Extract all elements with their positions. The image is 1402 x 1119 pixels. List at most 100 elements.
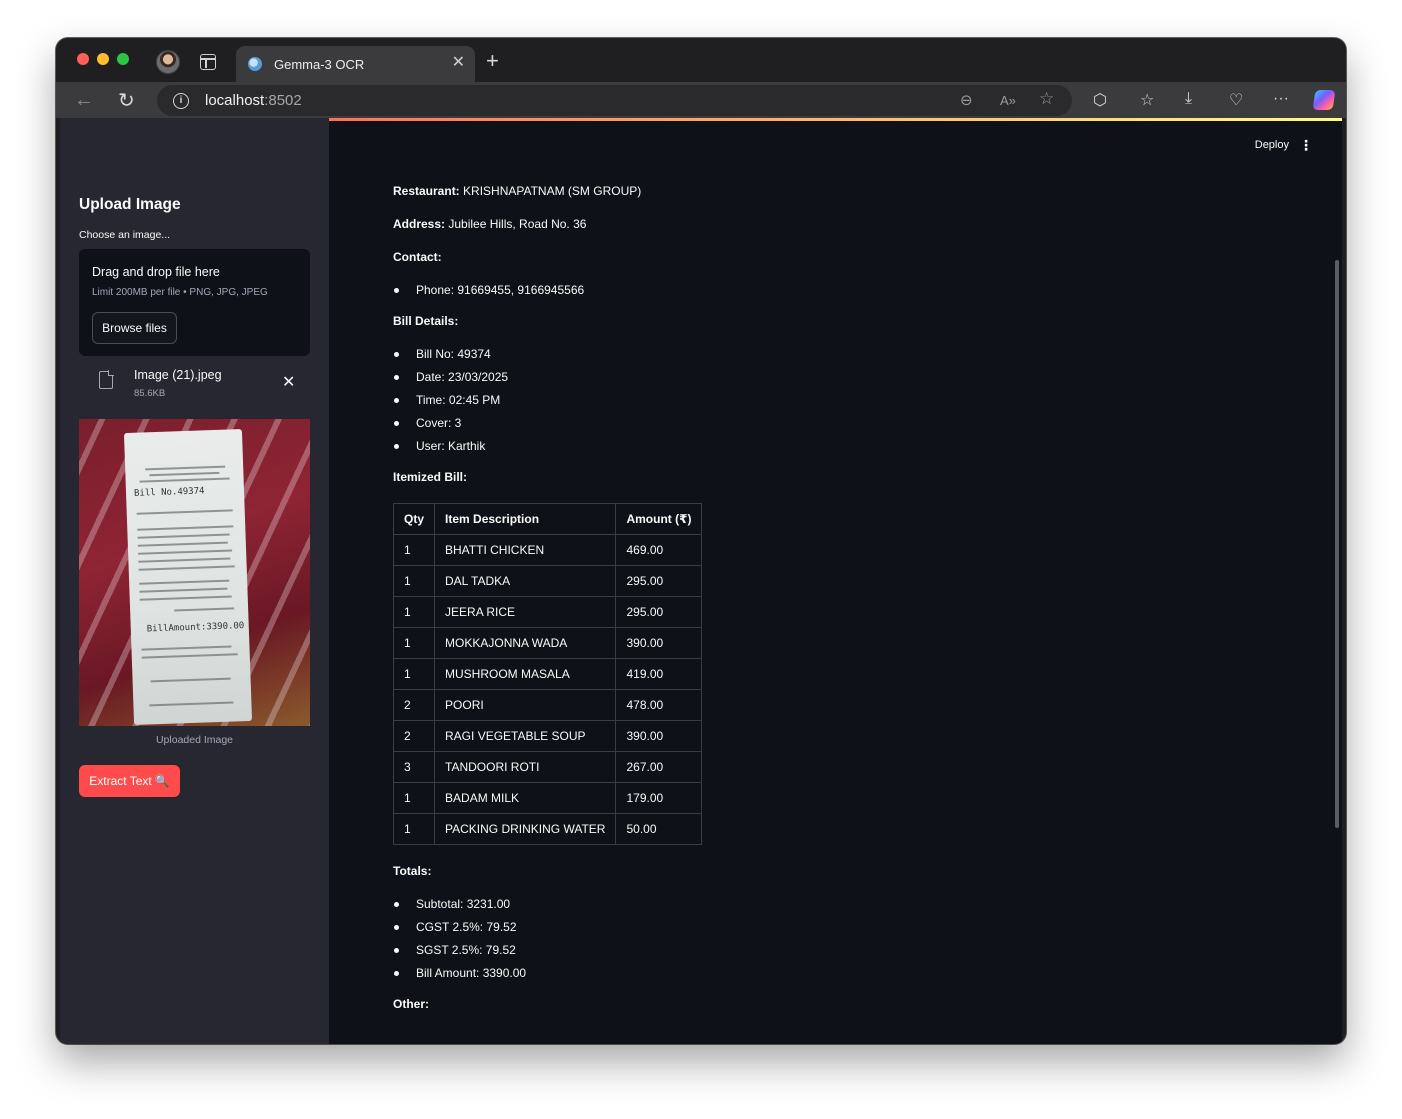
uploaded-image: Bill No.49374 BillAmount:3390.00: [79, 419, 310, 726]
file-icon: [99, 370, 114, 389]
tab-strip: Gemma-3 OCR ✕ +: [56, 38, 1346, 82]
list-item: SGST 2.5%: 79.52: [393, 943, 702, 957]
item-cell: DAL TADKA: [434, 565, 617, 597]
qty-cell: 1: [392, 782, 436, 814]
sidebar: Upload Image Choose an image... Drag and…: [60, 118, 329, 1044]
scrollbar[interactable]: [1335, 260, 1339, 828]
qty-cell: 1: [392, 627, 436, 659]
table-row: 1 DAL TADKA 295.00: [392, 565, 703, 597]
qty-cell: 1: [392, 658, 436, 690]
other-heading: Other:: [393, 997, 429, 1011]
read-aloud-icon[interactable]: A»: [1000, 93, 1016, 108]
uploaded-file-size: 85.6KB: [134, 388, 166, 399]
qty-cell: 1: [392, 596, 436, 628]
tab-title: Gemma-3 OCR: [274, 56, 365, 72]
receipt-bill-number: Bill No.49374: [133, 486, 205, 499]
search-favicon-icon: [248, 57, 262, 71]
bill-details-list: Bill No: 49374 Date: 23/03/2025 Time: 02…: [393, 347, 702, 453]
item-cell: BHATTI CHICKEN: [434, 534, 617, 566]
table-row: 2 POORI 478.00: [392, 689, 703, 721]
table-row: 1 MOKKAJONNA WADA 390.00: [392, 627, 703, 659]
browser-essentials-icon[interactable]: ♡: [1229, 90, 1243, 110]
browser-toolbar: ← ↻ i localhost:8502 ⊖ A» ☆ ⬡ ☆ ⤓ ♡ ···: [56, 82, 1346, 118]
list-item: User: Karthik: [393, 439, 702, 453]
item-cell: JEERA RICE: [434, 596, 617, 628]
profile-avatar[interactable]: [156, 50, 180, 74]
amount-cell: 478.00: [615, 689, 703, 721]
table-row: 1 BADAM MILK 179.00: [392, 782, 703, 814]
tab-gemma-ocr[interactable]: Gemma-3 OCR ✕: [236, 46, 475, 82]
zoom-window-button[interactable]: [117, 53, 129, 65]
column-header: Item Description: [434, 503, 617, 535]
item-cell: MOKKAJONNA WADA: [434, 627, 617, 659]
main-content: Deploy ⋮ Restaurant: KRISHNAPATNAM (SM G…: [329, 118, 1342, 1044]
ocr-result: Restaurant: KRISHNAPATNAM (SM GROUP) Add…: [392, 184, 703, 1030]
browser-window: Gemma-3 OCR ✕ + ← ↻ i localhost:8502 ⊖ A…: [56, 38, 1346, 1044]
table-row: 2 RAGI VEGETABLE SOUP 390.00: [392, 720, 703, 752]
close-window-button[interactable]: [77, 53, 89, 65]
zoom-out-icon[interactable]: ⊖: [960, 91, 973, 109]
sidebar-title: Upload Image: [79, 196, 181, 213]
file-dropzone[interactable]: Drag and drop file here Limit 200MB per …: [79, 249, 310, 356]
qty-cell: 1: [392, 813, 436, 845]
table-row: 1 MUSHROOM MASALA 419.00: [392, 658, 703, 690]
tab-actions-icon[interactable]: [200, 54, 216, 70]
uploader-label: Choose an image...: [79, 229, 171, 241]
qty-cell: 2: [392, 689, 436, 721]
info-icon[interactable]: i: [173, 92, 189, 109]
qty-cell: 1: [392, 534, 436, 566]
list-item: Bill Amount: 3390.00: [393, 966, 702, 980]
contact-list: Phone: 91669455, 9166945566: [393, 283, 702, 297]
minimize-window-button[interactable]: [97, 53, 109, 65]
receipt-amount: BillAmount:3390.00: [146, 621, 245, 635]
totals-list: Subtotal: 3231.00 CGST 2.5%: 79.52 SGST …: [393, 897, 702, 980]
list-item: Phone: 91669455, 9166945566: [393, 283, 702, 297]
table-header-row: Qty Item Description Amount (₹): [392, 503, 703, 535]
new-tab-button[interactable]: +: [486, 50, 499, 72]
amount-cell: 267.00: [615, 751, 703, 783]
downloads-icon[interactable]: ⤓: [1185, 90, 1192, 108]
tab-close-icon[interactable]: ✕: [452, 55, 465, 71]
magnifier-icon: 🔍: [154, 774, 170, 788]
item-cell: MUSHROOM MASALA: [434, 658, 617, 690]
dropzone-limit: Limit 200MB per file • PNG, JPG, JPEG: [92, 287, 268, 298]
totals-heading: Totals:: [393, 864, 432, 878]
extract-text-label: Extract Text: [89, 774, 152, 788]
table-row: 3 TANDOORI ROTI 267.00: [392, 751, 703, 783]
close-icon[interactable]: ✕: [282, 372, 295, 392]
amount-cell: 390.00: [615, 720, 703, 752]
list-item: Time: 02:45 PM: [393, 393, 702, 407]
table-row: 1 JEERA RICE 295.00: [392, 596, 703, 628]
deploy-button[interactable]: Deploy: [1255, 139, 1289, 151]
image-caption: Uploaded Image: [155, 734, 234, 746]
contact-heading: Contact:: [393, 250, 442, 264]
amount-cell: 390.00: [615, 627, 703, 659]
favorites-icon[interactable]: ☆: [1140, 90, 1154, 110]
main-menu-icon[interactable]: ⋮: [1299, 137, 1313, 154]
list-item: Cover: 3: [393, 416, 702, 430]
more-icon[interactable]: ···: [1273, 90, 1289, 108]
copilot-icon[interactable]: [1312, 90, 1336, 110]
qty-cell: 3: [392, 751, 436, 783]
amount-cell: 179.00: [615, 782, 703, 814]
reload-icon[interactable]: ↻: [118, 88, 135, 113]
extract-text-button[interactable]: Extract Text 🔍: [79, 765, 180, 797]
list-item: CGST 2.5%: 79.52: [393, 920, 702, 934]
itemized-bill-table: Qty Item Description Amount (₹) 1 BHATTI …: [392, 503, 703, 845]
table-row: 1 BHATTI CHICKEN 469.00: [392, 534, 703, 566]
back-arrow-icon[interactable]: ←: [74, 89, 94, 112]
item-cell: RAGI VEGETABLE SOUP: [434, 720, 617, 752]
streamlit-app: Upload Image Choose an image... Drag and…: [60, 118, 1342, 1044]
item-cell: POORI: [434, 689, 617, 721]
dropzone-title: Drag and drop file here: [92, 265, 220, 279]
qty-cell: 1: [392, 565, 436, 597]
amount-cell: 469.00: [615, 534, 703, 566]
table-row: 1 PACKING DRINKING WATER 50.00: [392, 813, 703, 845]
browse-files-button[interactable]: Browse files: [92, 312, 177, 344]
extensions-icon[interactable]: ⬡: [1093, 90, 1107, 110]
amount-cell: 419.00: [615, 658, 703, 690]
bill-details-heading: Bill Details:: [393, 314, 459, 328]
address-bar[interactable]: i localhost:8502 ⊖ A» ☆: [157, 85, 1072, 116]
qty-cell: 2: [392, 720, 436, 752]
favorite-star-icon[interactable]: ☆: [1039, 89, 1054, 109]
